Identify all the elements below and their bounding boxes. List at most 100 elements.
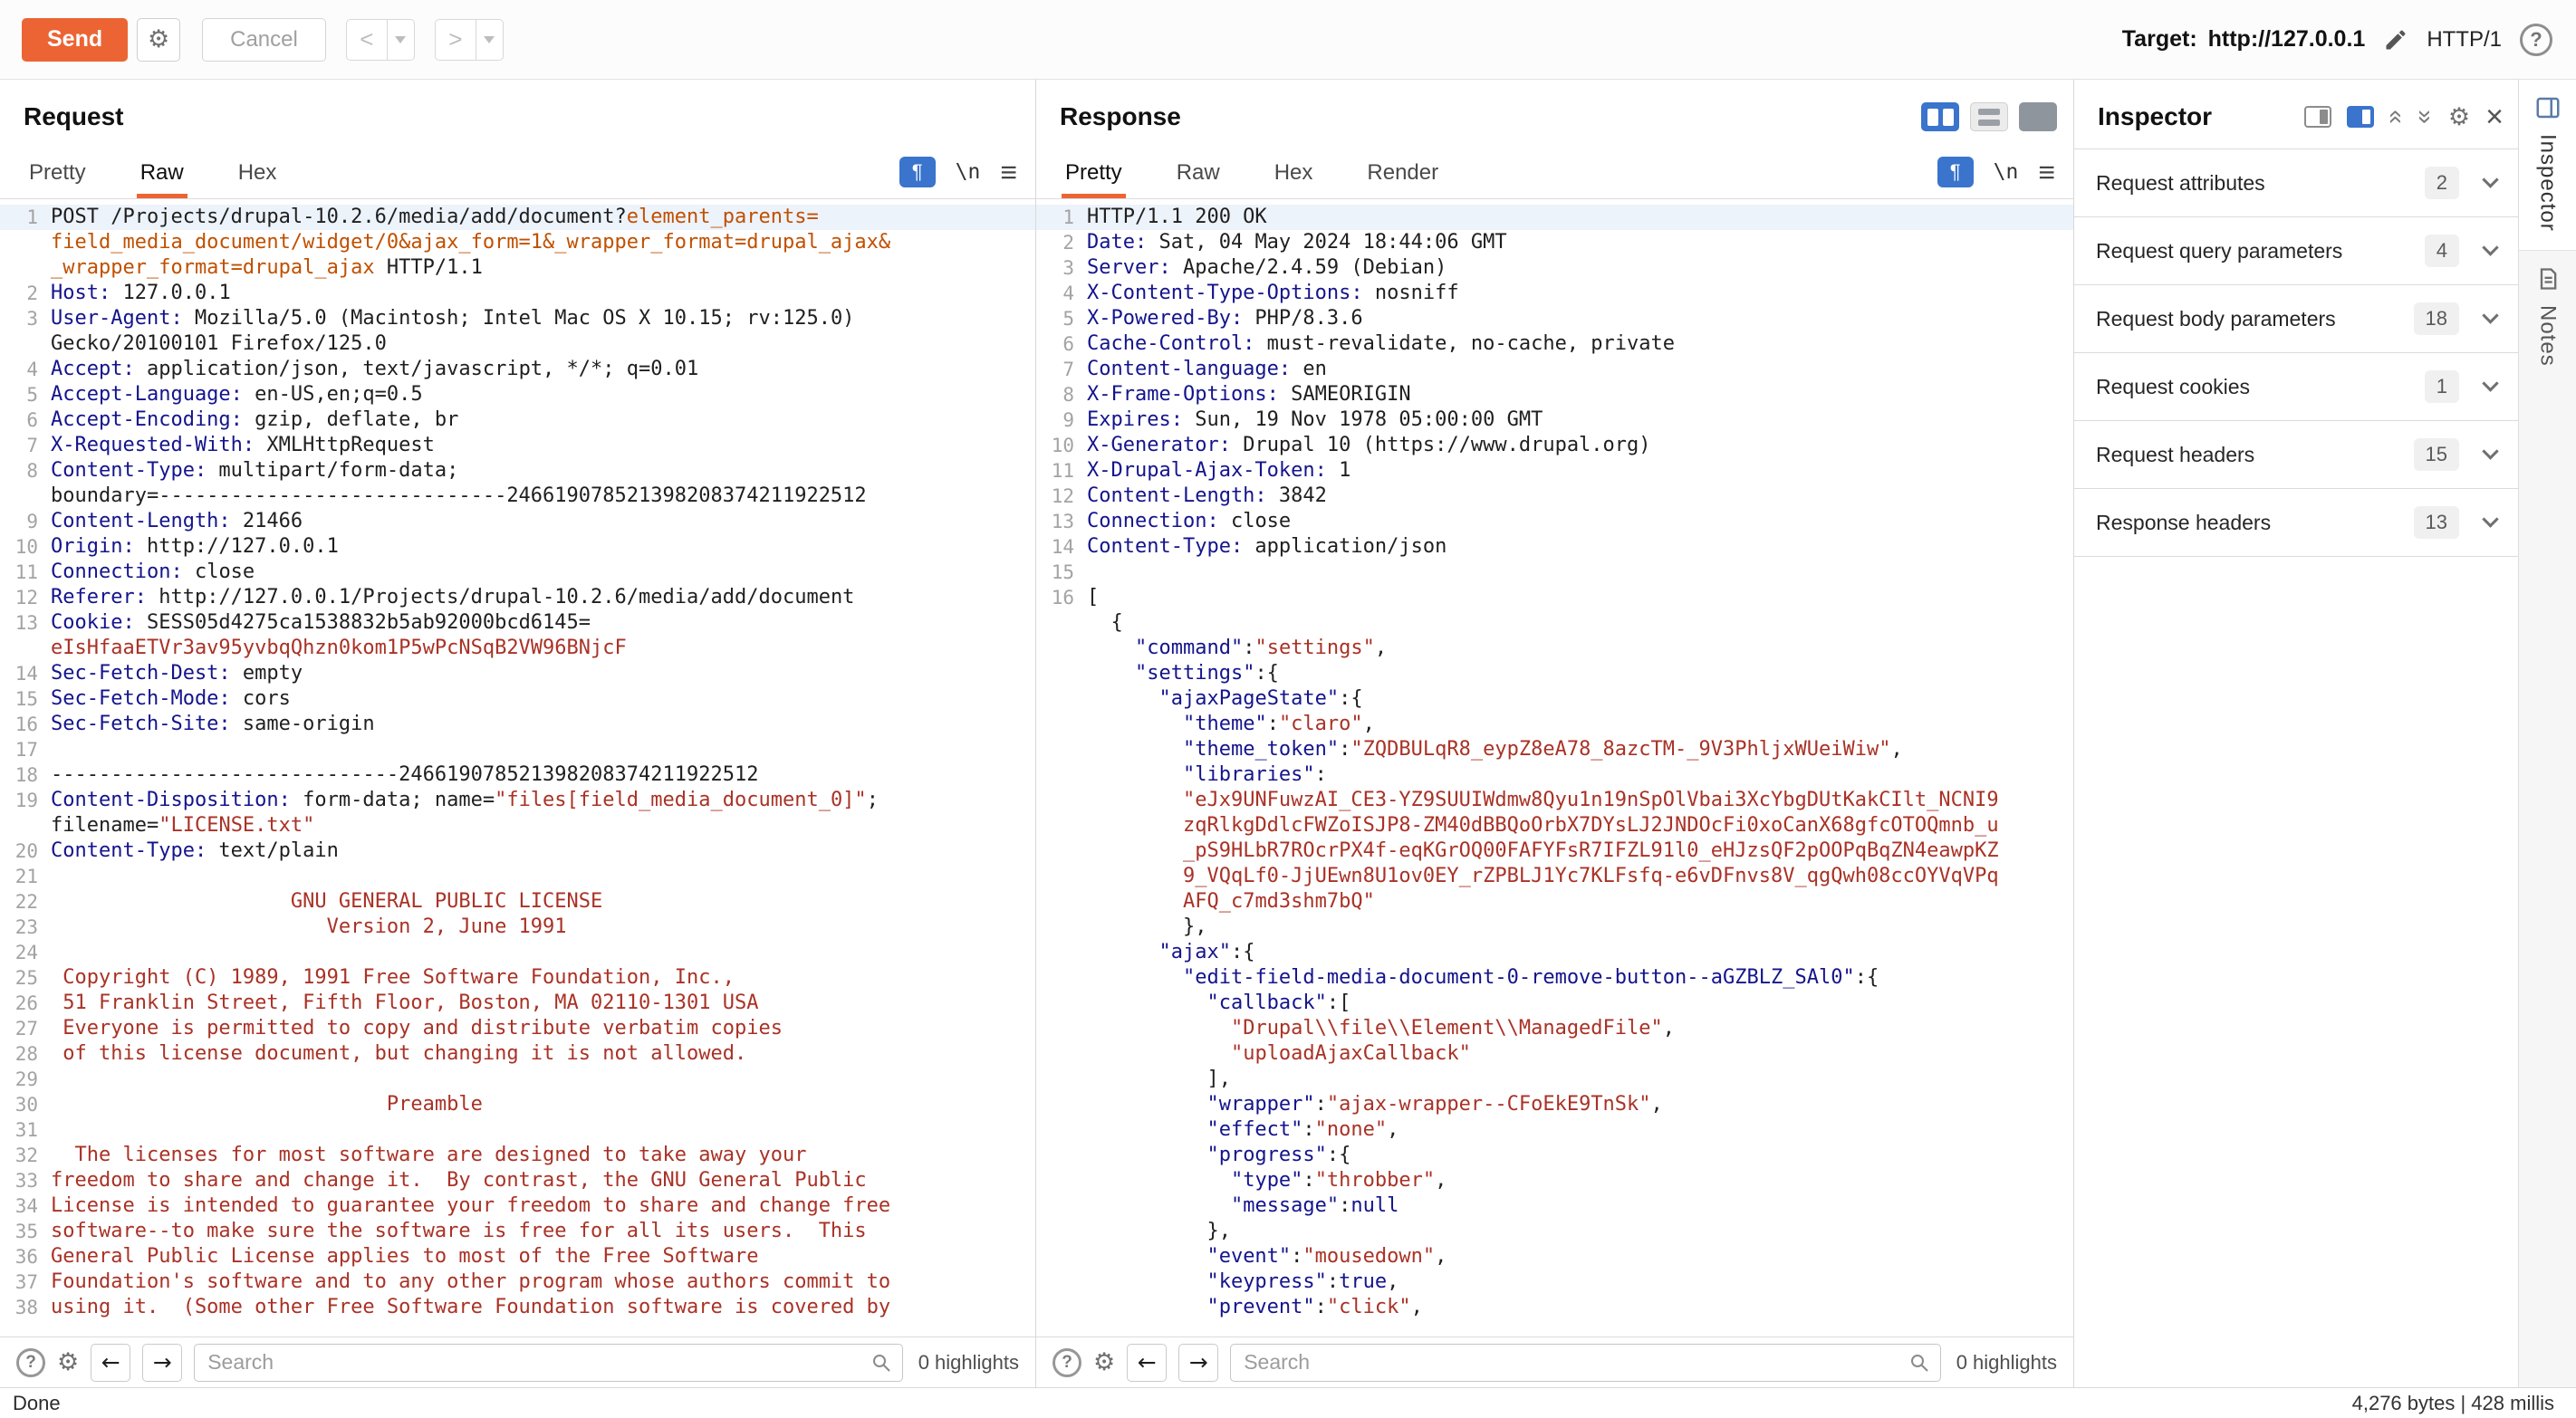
- line-content: The licenses for most software are desig…: [51, 1143, 806, 1168]
- editor-menu-button[interactable]: ≡: [1000, 158, 1017, 187]
- line-number: [0, 484, 51, 509]
- search-input[interactable]: [194, 1344, 902, 1382]
- wrap-marks-button[interactable]: ¶: [1937, 157, 1974, 187]
- history-back-button[interactable]: <: [346, 19, 388, 61]
- line-number: 12: [1036, 484, 1087, 509]
- tab-hex[interactable]: Hex: [1271, 160, 1317, 198]
- response-editor[interactable]: 1HTTP/1.1 200 OK2Date: Sat, 04 May 2024 …: [1036, 199, 2073, 1337]
- help-icon[interactable]: ?: [16, 1348, 45, 1377]
- code-line: "Drupal\\file\\Element\\ManagedFile",: [1036, 1016, 2073, 1041]
- code-line: },: [1036, 915, 2073, 940]
- tab-raw[interactable]: Raw: [137, 160, 187, 198]
- code-line: 19Content-Disposition: form-data; name="…: [0, 788, 1035, 813]
- request-tabs-row: Pretty Raw Hex ¶ \n ≡: [0, 147, 1035, 199]
- send-button[interactable]: Send: [22, 18, 128, 62]
- line-number: [1036, 1041, 1087, 1067]
- newline-toggle-button[interactable]: \n: [1994, 160, 2019, 184]
- http-version-selector[interactable]: HTTP/1: [2427, 27, 2502, 53]
- prev-match-button[interactable]: ←: [91, 1344, 130, 1382]
- line-number: 11: [0, 560, 51, 585]
- line-number: 15: [1036, 560, 1087, 585]
- history-back-dropdown[interactable]: [388, 19, 415, 61]
- chevron-down-icon: [2482, 511, 2498, 527]
- editor-menu-button[interactable]: ≡: [2038, 158, 2055, 187]
- inspector-section-request-query-parameters[interactable]: Request query parameters 4: [2074, 216, 2518, 284]
- prev-match-button[interactable]: ←: [1127, 1344, 1167, 1382]
- line-number: 5: [1036, 306, 1087, 331]
- code-line: field_media_document/widget/0&ajax_form=…: [0, 230, 1035, 255]
- line-content: Content-Length: 3842: [1087, 484, 1327, 509]
- line-content: Host: 127.0.0.1: [51, 281, 231, 306]
- line-number: 37: [0, 1269, 51, 1295]
- side-tab-inspector[interactable]: Inspector: [2519, 80, 2576, 251]
- code-line: 18-----------------------------246619078…: [0, 762, 1035, 788]
- search-input[interactable]: [1230, 1344, 1940, 1382]
- code-line: "settings":{: [1036, 661, 2073, 686]
- code-line: 13Cookie: SESS05d4275ca1538832b5ab92000b…: [0, 610, 1035, 636]
- line-number: 7: [1036, 357, 1087, 382]
- code-line: 27 Everyone is permitted to copy and dis…: [0, 1016, 1035, 1041]
- line-content: "message":null: [1087, 1193, 1399, 1219]
- code-line: "prevent":"click",: [1036, 1295, 2073, 1320]
- chevron-down-icon: [2482, 375, 2498, 391]
- line-content: X-Drupal-Ajax-Token: 1: [1087, 458, 1350, 484]
- layout-single-button[interactable]: [2019, 102, 2057, 131]
- line-number: 33: [0, 1168, 51, 1193]
- inspector-dock-right-icon[interactable]: [2347, 106, 2374, 128]
- cancel-button[interactable]: Cancel: [202, 18, 326, 62]
- tab-pretty[interactable]: Pretty: [25, 160, 90, 198]
- collapse-all-icon[interactable]: «: [2382, 110, 2411, 124]
- code-line: 14Sec-Fetch-Dest: empty: [0, 661, 1035, 686]
- tab-hex[interactable]: Hex: [235, 160, 281, 198]
- inspector-section-request-headers[interactable]: Request headers 15: [2074, 420, 2518, 488]
- search-settings-icon[interactable]: ⚙: [57, 1348, 79, 1376]
- line-content: "uploadAjaxCallback": [1087, 1041, 1471, 1067]
- line-content: [51, 737, 62, 762]
- line-number: 26: [0, 991, 51, 1016]
- line-content: _wrapper_format=drupal_ajax HTTP/1.1: [51, 255, 483, 281]
- inspector-settings-icon[interactable]: ⚙: [2448, 103, 2470, 131]
- code-line: 5Accept-Language: en-US,en;q=0.5: [0, 382, 1035, 407]
- tab-pretty[interactable]: Pretty: [1062, 160, 1126, 198]
- line-content: "prevent":"click",: [1087, 1295, 1423, 1320]
- history-forward-button[interactable]: >: [435, 19, 476, 61]
- line-content: "theme":"claro",: [1087, 712, 1375, 737]
- send-settings-button[interactable]: ⚙: [137, 18, 180, 62]
- next-match-button[interactable]: →: [142, 1344, 182, 1382]
- code-line: zqRlkgDdlcFWZoISJP8-ZM40dBBQoOrbX7DYsLJ2…: [1036, 813, 2073, 838]
- line-number: [1036, 838, 1087, 864]
- inspector-section-request-body-parameters[interactable]: Request body parameters 18: [2074, 284, 2518, 352]
- expand-all-icon[interactable]: »: [2411, 110, 2440, 124]
- tab-render[interactable]: Render: [1363, 160, 1442, 198]
- line-content: Cache-Control: must-revalidate, no-cache…: [1087, 331, 1675, 357]
- line-number: 8: [1036, 382, 1087, 407]
- code-line: 38using it. (Some other Free Software Fo…: [0, 1295, 1035, 1320]
- help-icon[interactable]: ?: [1053, 1348, 1081, 1377]
- newline-toggle-button[interactable]: \n: [956, 160, 981, 184]
- layout-rows-button[interactable]: [1970, 102, 2008, 131]
- inspector-section-response-headers[interactable]: Response headers 13: [2074, 488, 2518, 556]
- code-line: "theme":"claro",: [1036, 712, 2073, 737]
- edit-target-button[interactable]: [2383, 27, 2408, 53]
- inspector-section-request-attributes[interactable]: Request attributes 2: [2074, 149, 2518, 216]
- next-match-button[interactable]: →: [1178, 1344, 1218, 1382]
- layout-columns-button[interactable]: [1921, 102, 1959, 131]
- request-editor[interactable]: 1POST /Projects/drupal-10.2.6/media/add/…: [0, 199, 1035, 1337]
- tab-raw[interactable]: Raw: [1173, 160, 1224, 198]
- wrap-marks-button[interactable]: ¶: [899, 157, 936, 187]
- history-forward-dropdown[interactable]: [476, 19, 504, 61]
- side-tab-notes[interactable]: Notes: [2519, 251, 2576, 385]
- inspector-dock-left-icon[interactable]: [2304, 106, 2331, 128]
- inspector-tab-icon: [2534, 94, 2562, 121]
- line-content: [: [1087, 585, 1099, 610]
- code-line: 28 of this license document, but changin…: [0, 1041, 1035, 1067]
- close-icon[interactable]: ×: [2485, 101, 2504, 132]
- code-line: "libraries":: [1036, 762, 2073, 788]
- search-settings-icon[interactable]: ⚙: [1093, 1348, 1115, 1376]
- code-line: 1HTTP/1.1 200 OK: [1036, 205, 2073, 230]
- line-content: GNU GENERAL PUBLIC LICENSE: [51, 889, 602, 915]
- help-icon[interactable]: ?: [2520, 24, 2552, 56]
- code-line: },: [1036, 1219, 2073, 1244]
- code-line: 35software--to make sure the software is…: [0, 1219, 1035, 1244]
- inspector-section-request-cookies[interactable]: Request cookies 1: [2074, 352, 2518, 420]
